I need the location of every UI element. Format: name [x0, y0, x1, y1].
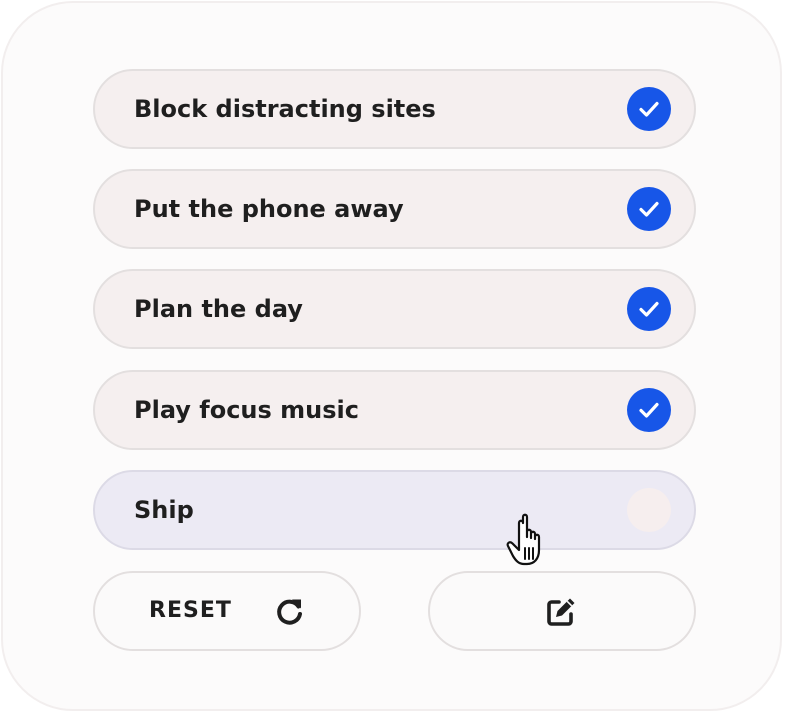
- task-label: Block distracting sites: [134, 95, 436, 123]
- task-item-ship[interactable]: Ship: [93, 470, 696, 550]
- task-item-focus-music[interactable]: Play focus music: [93, 370, 696, 450]
- task-label: Put the phone away: [134, 195, 404, 223]
- reset-button[interactable]: RESET: [93, 571, 361, 651]
- task-item-phone-away[interactable]: Put the phone away: [93, 169, 696, 249]
- checklist-card: Block distracting sites Put the phone aw…: [1, 1, 782, 711]
- edit-button[interactable]: [428, 571, 696, 651]
- reset-button-label: RESET: [149, 598, 232, 623]
- refresh-icon: [273, 595, 307, 629]
- unchecked-circle-icon[interactable]: [627, 488, 671, 532]
- checkmark-icon[interactable]: [627, 287, 671, 331]
- task-label: Play focus music: [134, 396, 359, 424]
- hand-pointer-icon: [500, 510, 556, 568]
- edit-icon: [544, 595, 578, 629]
- task-item-block-sites[interactable]: Block distracting sites: [93, 69, 696, 149]
- checkmark-icon[interactable]: [627, 388, 671, 432]
- task-label: Ship: [134, 496, 194, 524]
- task-item-plan-day[interactable]: Plan the day: [93, 269, 696, 349]
- checkmark-icon[interactable]: [627, 87, 671, 131]
- checkmark-icon[interactable]: [627, 187, 671, 231]
- task-label: Plan the day: [134, 295, 303, 323]
